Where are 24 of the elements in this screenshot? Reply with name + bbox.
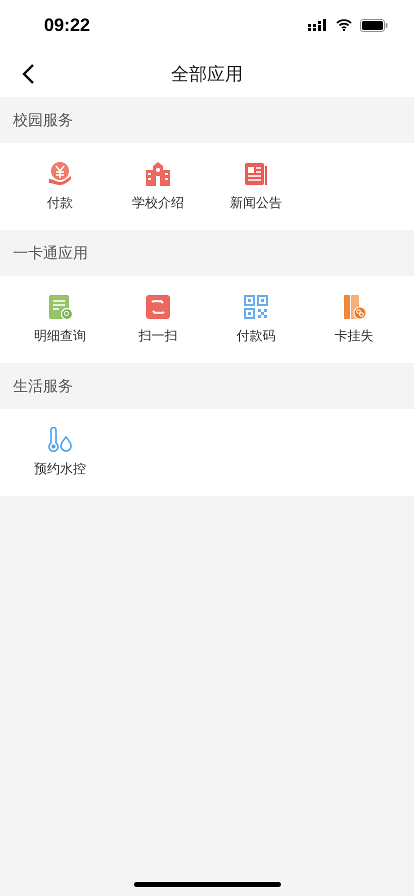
app-shortcut[interactable]: 付款 bbox=[11, 155, 109, 218]
section-title: 一卡通应用 bbox=[13, 244, 88, 262]
newspaper-icon bbox=[243, 161, 269, 187]
thermometer-drop-icon bbox=[47, 427, 73, 453]
app-shortcut[interactable]: 付款码 bbox=[207, 288, 305, 351]
app-shortcut[interactable]: 预约水控 bbox=[11, 421, 109, 484]
section-title: 生活服务 bbox=[13, 376, 73, 396]
document-search-icon bbox=[47, 294, 73, 320]
app-shortcut[interactable]: 明细查询 bbox=[11, 288, 109, 351]
app-shortcut[interactable]: 卡挂失 bbox=[305, 288, 403, 351]
wifi-icon bbox=[336, 19, 352, 31]
status-time: 09:22 bbox=[44, 14, 90, 36]
card-icon bbox=[341, 294, 367, 320]
section-title: 校园服务 bbox=[13, 110, 73, 130]
app-shortcut[interactable]: 扫一扫 bbox=[109, 288, 207, 351]
page-title: 全部应用 bbox=[171, 62, 243, 86]
scan-icon bbox=[145, 294, 171, 320]
app-shortcut[interactable]: 新闻公告 bbox=[207, 155, 305, 218]
battery-icon bbox=[360, 18, 388, 32]
app-shortcut[interactable]: 学校介绍 bbox=[109, 155, 207, 218]
coin-hand-icon bbox=[47, 161, 73, 187]
signal-icon bbox=[308, 19, 328, 31]
school-building-icon bbox=[145, 161, 171, 187]
qr-code-icon bbox=[243, 294, 269, 320]
